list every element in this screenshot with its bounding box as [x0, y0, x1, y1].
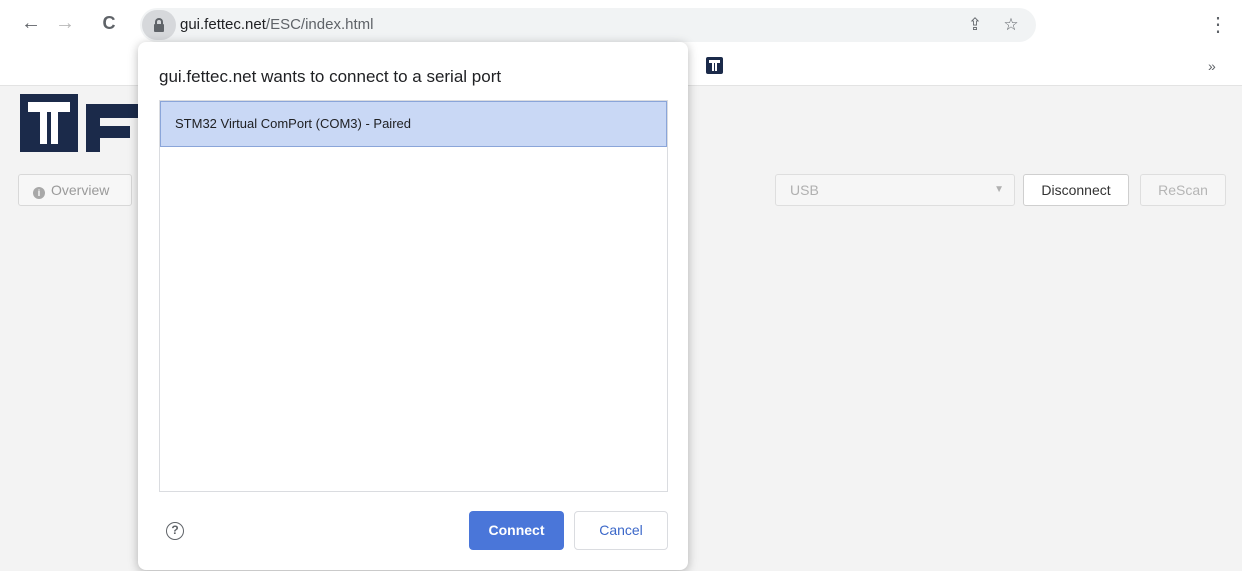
fettec-logo — [20, 94, 140, 152]
logo-t-mark — [20, 94, 78, 152]
back-arrow-icon[interactable]: ← — [20, 12, 42, 34]
share-icon[interactable]: ⇪ — [964, 14, 986, 36]
cancel-button[interactable]: Cancel — [574, 511, 668, 550]
help-icon[interactable]: ? — [166, 522, 184, 540]
serial-port-dialog: gui.fettec.net wants to connect to a ser… — [138, 42, 688, 570]
chevron-down-icon: ▼ — [994, 184, 1004, 195]
connect-button[interactable]: Connect — [469, 511, 564, 550]
dialog-title: gui.fettec.net wants to connect to a ser… — [159, 67, 502, 86]
overview-label: Overview — [51, 182, 110, 198]
info-icon: i — [33, 187, 45, 199]
bookmark-star-icon[interactable]: ☆ — [1000, 14, 1022, 36]
forward-arrow-icon[interactable]: → — [54, 12, 76, 34]
url-text[interactable]: gui.fettec.net/ESC/index.html — [180, 16, 373, 34]
more-bookmarks-icon[interactable]: » — [1208, 58, 1216, 74]
logo-f-mark — [86, 104, 140, 152]
port-select[interactable]: USB ▼ — [775, 174, 1015, 206]
port-list[interactable]: STM32 Virtual ComPort (COM3) - Paired — [159, 100, 668, 492]
disconnect-button[interactable]: Disconnect — [1023, 174, 1129, 206]
browser-menu-icon[interactable]: ⋮ — [1208, 13, 1228, 37]
address-bar[interactable]: gui.fettec.net/ESC/index.html ⇪ ☆ — [140, 8, 1036, 42]
fettec-bookmark-icon[interactable] — [706, 57, 723, 74]
site-info-button[interactable] — [142, 10, 176, 40]
reload-icon[interactable]: C — [98, 12, 120, 34]
port-list-item[interactable]: STM32 Virtual ComPort (COM3) - Paired — [160, 101, 667, 147]
port-select-value: USB — [790, 182, 819, 198]
lock-icon-body — [154, 24, 164, 32]
url-path: /ESC/index.html — [265, 16, 374, 33]
url-host: gui.fettec.net — [180, 16, 266, 33]
overview-tab[interactable]: i Overview — [18, 174, 132, 206]
rescan-button[interactable]: ReScan — [1140, 174, 1226, 206]
